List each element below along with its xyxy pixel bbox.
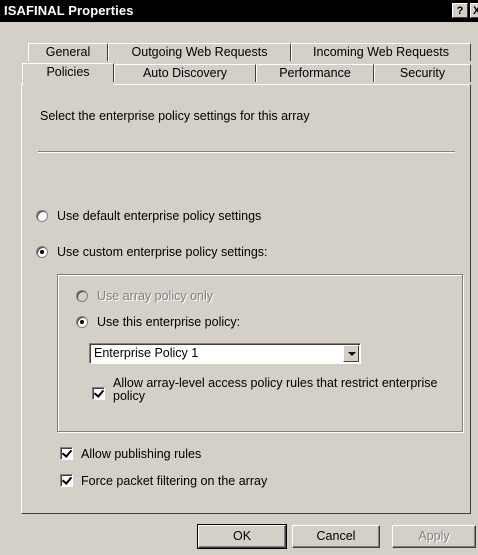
radio-array-policy-only: Use array policy only <box>76 289 213 303</box>
tab-general[interactable]: General <box>28 43 108 61</box>
radio-this-enterprise-policy[interactable]: Use this enterprise policy: <box>76 315 240 329</box>
radio-custom-policy[interactable]: Use custom enterprise policy settings: <box>36 245 268 259</box>
close-button[interactable]: X <box>470 3 478 18</box>
radio-custom-label: Use custom enterprise policy settings: <box>57 245 268 259</box>
enterprise-policy-select[interactable]: Enterprise Policy 1 <box>89 343 361 364</box>
force-packet-filtering-checkbox[interactable]: Force packet filtering on the array <box>60 474 267 488</box>
tab-outgoing-web-requests[interactable]: Outgoing Web Requests <box>108 43 291 61</box>
radio-default-indicator[interactable] <box>36 210 48 222</box>
radio-this-policy-label: Use this enterprise policy: <box>97 315 241 329</box>
radio-array-only-indicator <box>76 290 88 302</box>
description-text: Select the enterprise policy settings fo… <box>40 109 310 123</box>
allow-array-rules-box[interactable] <box>92 387 105 400</box>
allow-array-rules-label: Allow array-level access policy rules th… <box>113 376 438 403</box>
title-bar: ISAFINAL Properties ? X <box>0 0 478 22</box>
allow-publishing-box[interactable] <box>60 447 73 460</box>
active-tab-joint <box>23 82 114 86</box>
radio-default-policy[interactable]: Use default enterprise policy settings <box>36 209 261 223</box>
force-packet-box[interactable] <box>60 474 73 487</box>
radio-array-only-label: Use array policy only <box>97 289 214 303</box>
radio-custom-indicator[interactable] <box>36 246 48 258</box>
apply-button[interactable]: Apply <box>392 525 476 548</box>
ok-button[interactable]: OK <box>197 524 287 549</box>
tab-security[interactable]: Security <box>374 64 471 82</box>
radio-this-policy-indicator[interactable] <box>76 316 88 328</box>
allow-publishing-label: Allow publishing rules <box>81 447 202 461</box>
force-packet-label: Force packet filtering on the array <box>81 474 268 488</box>
tab-auto-discovery[interactable]: Auto Discovery <box>114 64 256 82</box>
separator <box>38 151 455 153</box>
help-button[interactable]: ? <box>452 3 468 18</box>
cancel-button[interactable]: Cancel <box>292 525 380 548</box>
radio-default-label: Use default enterprise policy settings <box>57 209 262 223</box>
chevron-down-icon[interactable] <box>343 345 359 362</box>
window-title: ISAFINAL Properties <box>4 3 134 18</box>
tab-performance[interactable]: Performance <box>256 64 374 82</box>
allow-publishing-checkbox[interactable]: Allow publishing rules <box>60 447 201 461</box>
allow-array-rules-checkbox[interactable]: Allow array-level access policy rules th… <box>92 377 452 403</box>
tab-incoming-web-requests[interactable]: Incoming Web Requests <box>291 43 471 61</box>
policy-select-value: Enterprise Policy 1 <box>94 346 199 360</box>
